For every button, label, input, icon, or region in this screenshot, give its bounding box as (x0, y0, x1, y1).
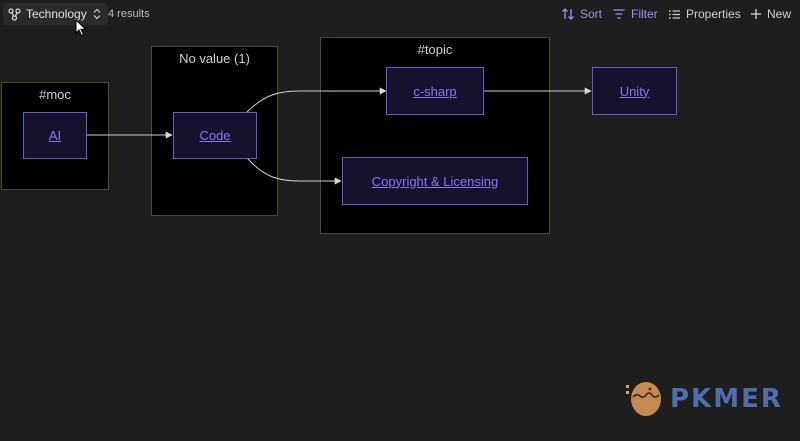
properties-button[interactable]: Properties (668, 6, 741, 22)
node-c-sharp[interactable]: c-sharp (386, 67, 484, 115)
graph-view-icon (8, 7, 21, 21)
filter-button[interactable]: Filter (612, 6, 658, 22)
sort-label: Sort (580, 7, 603, 21)
sort-button[interactable]: Sort (561, 6, 602, 22)
results-count: 4 results (108, 8, 150, 20)
node-ai[interactable]: AI (23, 112, 87, 159)
filter-label: Filter (631, 7, 658, 21)
edge-code-csharp (246, 87, 387, 113)
list-icon (668, 8, 681, 21)
bases-toolbar: Technology 4 results Sort Filter Propert… (0, 0, 800, 37)
new-button[interactable]: New (750, 6, 791, 22)
pkmer-wordmark: PKMER (670, 384, 783, 414)
filter-icon (612, 7, 626, 21)
sort-icon (561, 7, 575, 21)
new-label: New (767, 7, 792, 21)
edge-code-copyright (246, 157, 342, 185)
plus-icon (750, 8, 762, 20)
node-unity[interactable]: Unity (592, 67, 677, 115)
pkmer-logo-icon (626, 376, 662, 423)
node-code[interactable]: Code (173, 112, 257, 159)
view-switcher[interactable]: Technology (3, 3, 108, 25)
properties-label: Properties (686, 7, 741, 21)
chevron-up-down-icon (92, 8, 102, 20)
pkmer-watermark: PKMER (626, 377, 783, 421)
node-copyright-licensing[interactable]: Copyright & Licensing (342, 157, 528, 205)
